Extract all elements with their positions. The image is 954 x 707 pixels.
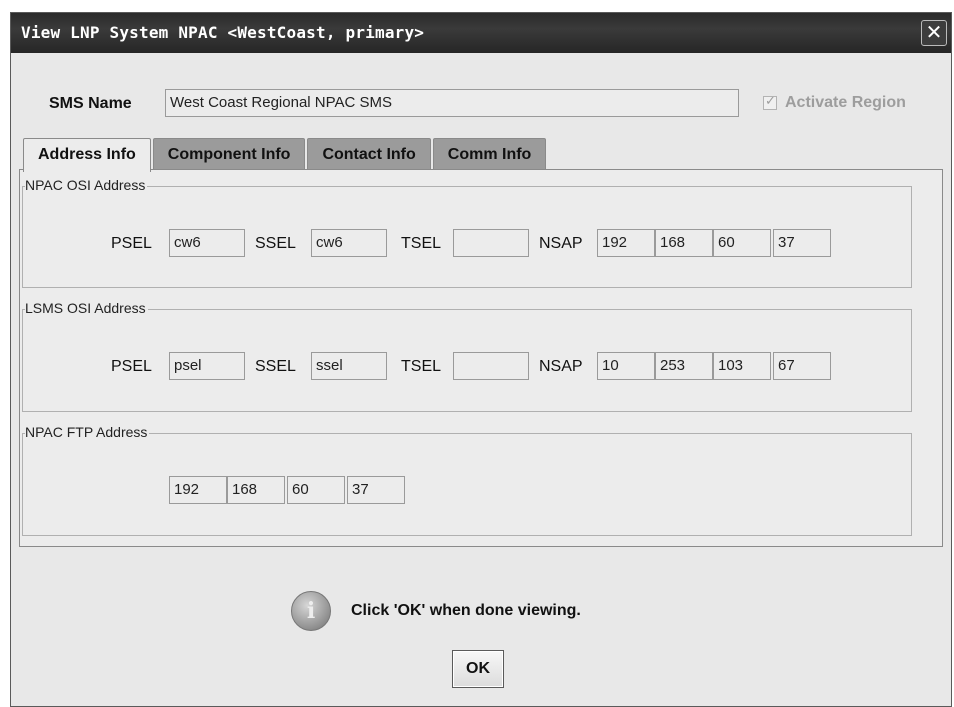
address-info-panel: NPAC OSI Address PSEL cw6 SSEL cw6 TSEL … — [19, 169, 943, 547]
npac-osi-address-group: NPAC OSI Address PSEL cw6 SSEL cw6 TSEL … — [22, 177, 912, 288]
ssel-label: SSEL — [255, 358, 296, 375]
npac-ssel-field[interactable]: cw6 — [311, 229, 387, 257]
tab-comm-info[interactable]: Comm Info — [432, 138, 547, 171]
dialog-window: View LNP System NPAC <WestCoast, primary… — [10, 12, 952, 707]
tab-contact-info[interactable]: Contact Info — [307, 138, 431, 171]
tsel-label: TSEL — [401, 235, 442, 252]
psel-label: PSEL — [111, 358, 152, 375]
lsms-nsap-octet-3[interactable]: 103 — [713, 352, 771, 380]
nsap-label: NSAP — [539, 235, 583, 252]
lsms-osi-address-title: LSMS OSI Address — [25, 300, 148, 316]
lsms-nsap-octet-4[interactable]: 67 — [773, 352, 831, 380]
lsms-osi-address-group: LSMS OSI Address PSEL psel SSEL ssel TSE… — [22, 300, 912, 412]
ok-button[interactable]: OK — [452, 650, 504, 688]
npac-ftp-address-group: NPAC FTP Address 192 168 60 37 — [22, 424, 912, 536]
activate-region-label: Activate Region — [785, 94, 906, 111]
ftp-ip-octet-2[interactable]: 168 — [227, 476, 285, 504]
ftp-ip-octet-4[interactable]: 37 — [347, 476, 405, 504]
title-bar[interactable]: View LNP System NPAC <WestCoast, primary… — [11, 13, 951, 53]
npac-nsap-octet-2[interactable]: 168 — [655, 229, 713, 257]
info-icon: i — [291, 591, 331, 631]
lsms-psel-field[interactable]: psel — [169, 352, 245, 380]
npac-nsap-octet-4[interactable]: 37 — [773, 229, 831, 257]
nsap-label: NSAP — [539, 358, 583, 375]
tsel-label: TSEL — [401, 358, 442, 375]
npac-osi-address-title: NPAC OSI Address — [25, 177, 148, 193]
lsms-nsap-octet-2[interactable]: 253 — [655, 352, 713, 380]
lsms-tsel-field[interactable] — [453, 352, 529, 380]
npac-tsel-field[interactable] — [453, 229, 529, 257]
lsms-nsap-octet-1[interactable]: 10 — [597, 352, 655, 380]
npac-psel-field[interactable]: cw6 — [169, 229, 245, 257]
info-message: Click 'OK' when done viewing. — [351, 602, 581, 619]
sms-name-field[interactable]: West Coast Regional NPAC SMS — [165, 89, 739, 117]
window-title: View LNP System NPAC <WestCoast, primary… — [21, 23, 425, 42]
info-message-row: i Click 'OK' when done viewing. — [291, 591, 581, 631]
lsms-ssel-field[interactable]: ssel — [311, 352, 387, 380]
close-icon: ✕ — [925, 22, 943, 44]
activate-region-checkbox: Activate Region — [763, 93, 906, 112]
tab-address-info[interactable]: Address Info — [23, 138, 151, 172]
ftp-ip-octet-3[interactable]: 60 — [287, 476, 345, 504]
sms-name-label: SMS Name — [49, 95, 132, 112]
ssel-label: SSEL — [255, 235, 296, 252]
tab-component-info[interactable]: Component Info — [152, 138, 306, 171]
npac-nsap-octet-1[interactable]: 192 — [597, 229, 655, 257]
tab-bar: Address Info Component Info Contact Info… — [23, 138, 548, 172]
npac-nsap-octet-3[interactable]: 60 — [713, 229, 771, 257]
psel-label: PSEL — [111, 235, 152, 252]
checkbox-icon — [763, 93, 777, 110]
npac-ftp-address-title: NPAC FTP Address — [25, 424, 150, 440]
close-button[interactable]: ✕ — [921, 20, 947, 46]
ftp-ip-octet-1[interactable]: 192 — [169, 476, 227, 504]
